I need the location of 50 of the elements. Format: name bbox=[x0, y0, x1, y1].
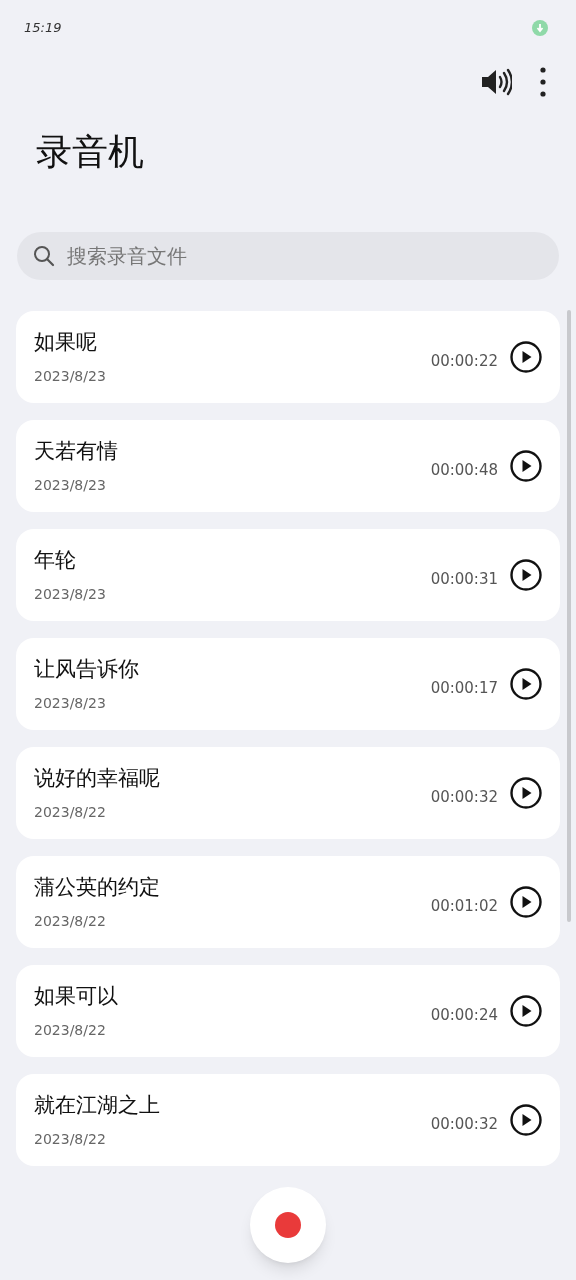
play-icon[interactable] bbox=[510, 341, 542, 373]
recording-duration: 00:00:24 bbox=[430, 1004, 498, 1026]
recording-date: 2023/8/23 bbox=[34, 584, 107, 604]
recording-duration: 00:00:17 bbox=[430, 677, 498, 699]
recording-name: 就在江湖之上 bbox=[34, 1091, 161, 1119]
recording-duration: 00:00:32 bbox=[430, 1113, 498, 1135]
app-title: 录音机 bbox=[36, 130, 145, 174]
recording-card[interactable]: 就在江湖之上 2023/8/22 00:00:32 bbox=[16, 1074, 560, 1166]
recording-date: 2023/8/22 bbox=[34, 1129, 107, 1149]
recording-name: 年轮 bbox=[34, 546, 77, 574]
recording-duration: 00:01:02 bbox=[430, 895, 498, 917]
play-icon[interactable] bbox=[510, 668, 542, 700]
recording-duration: 00:00:32 bbox=[430, 786, 498, 808]
recording-name: 天若有情 bbox=[34, 437, 119, 465]
record-button[interactable] bbox=[250, 1187, 326, 1263]
recording-duration: 00:00:31 bbox=[430, 568, 498, 590]
play-icon[interactable] bbox=[510, 1104, 542, 1136]
recording-date: 2023/8/22 bbox=[34, 802, 107, 822]
recording-name: 说好的幸福呢 bbox=[34, 764, 161, 792]
play-icon[interactable] bbox=[510, 559, 542, 591]
recording-duration: 00:00:48 bbox=[430, 459, 498, 481]
recording-card[interactable]: 蒲公英的约定 2023/8/22 00:01:02 bbox=[16, 856, 560, 948]
search-field[interactable]: 搜索录音文件 bbox=[17, 232, 559, 280]
recording-name: 让风告诉你 bbox=[34, 655, 140, 683]
play-icon[interactable] bbox=[510, 777, 542, 809]
recording-card[interactable]: 说好的幸福呢 2023/8/22 00:00:32 bbox=[16, 747, 560, 839]
more-icon[interactable] bbox=[540, 67, 546, 97]
download-icon bbox=[532, 20, 548, 36]
recording-date: 2023/8/23 bbox=[34, 475, 107, 495]
record-icon bbox=[275, 1212, 301, 1238]
recording-date: 2023/8/23 bbox=[34, 693, 107, 713]
recording-card[interactable]: 天若有情 2023/8/23 00:00:48 bbox=[16, 420, 560, 512]
recording-name: 如果呢 bbox=[34, 328, 98, 356]
play-icon[interactable] bbox=[510, 450, 542, 482]
play-icon[interactable] bbox=[510, 995, 542, 1027]
status-time: 15:19 bbox=[24, 19, 62, 38]
recording-name: 蒲公英的约定 bbox=[34, 873, 161, 901]
recording-card[interactable]: 如果可以 2023/8/22 00:00:24 bbox=[16, 965, 560, 1057]
recording-card[interactable]: 如果呢 2023/8/23 00:00:22 bbox=[16, 311, 560, 403]
recording-date: 2023/8/22 bbox=[34, 1020, 107, 1040]
recording-duration: 00:00:22 bbox=[430, 350, 498, 372]
recording-card[interactable]: 年轮 2023/8/23 00:00:31 bbox=[16, 529, 560, 621]
recording-date: 2023/8/23 bbox=[34, 366, 107, 386]
scrollbar[interactable] bbox=[567, 310, 571, 922]
play-icon[interactable] bbox=[510, 886, 542, 918]
recording-card[interactable]: 让风告诉你 2023/8/23 00:00:17 bbox=[16, 638, 560, 730]
search-icon bbox=[33, 245, 55, 267]
speaker-icon[interactable] bbox=[480, 68, 512, 96]
recording-date: 2023/8/22 bbox=[34, 911, 107, 931]
recording-name: 如果可以 bbox=[34, 982, 119, 1010]
